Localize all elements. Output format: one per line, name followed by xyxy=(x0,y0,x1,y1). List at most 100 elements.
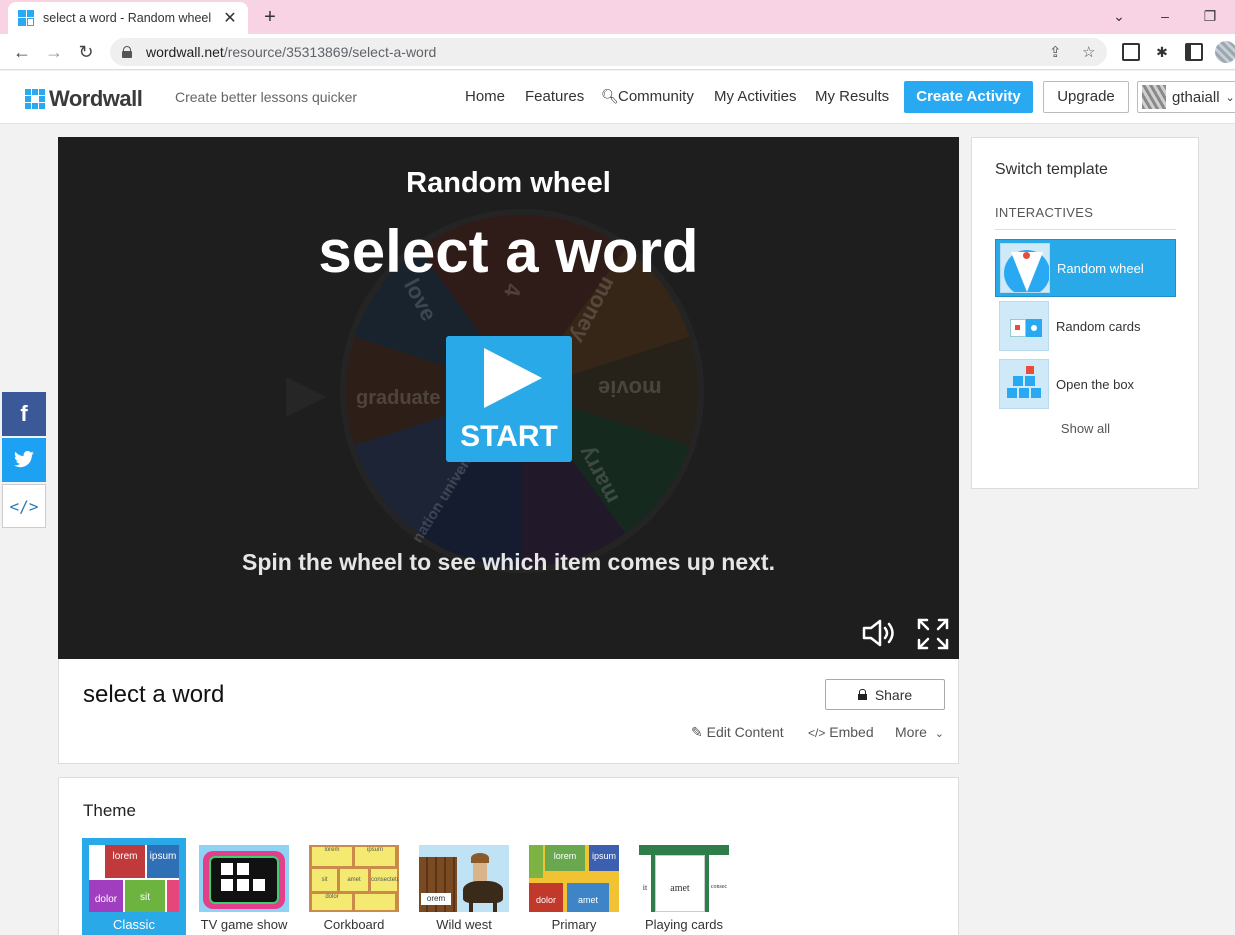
theme-heading: Theme xyxy=(83,801,136,820)
chevron-down-icon: ⌄ xyxy=(1225,91,1235,104)
theme-thumbnail: lorem ipsum dolor amet xyxy=(529,845,619,912)
wheel-segment-label: graduate xyxy=(356,387,441,409)
upgrade-button[interactable]: Upgrade xyxy=(1043,81,1129,113)
activity-title: select a word xyxy=(83,681,225,708)
thumb-word: lorem xyxy=(312,847,352,866)
nav-community[interactable]: Community xyxy=(618,88,694,105)
thumb-word: sit xyxy=(312,869,337,891)
theme-primary[interactable]: lorem ipsum dolor amet Primary xyxy=(522,838,626,935)
theme-card: Theme lorem ipsum dolor sit Classic TV g… xyxy=(58,777,959,935)
facebook-share-button[interactable]: f xyxy=(2,392,46,436)
minimize-icon[interactable]: – xyxy=(1149,4,1181,28)
twitter-bird-icon xyxy=(14,451,34,468)
theme-classic[interactable]: lorem ipsum dolor sit Classic xyxy=(82,838,186,935)
nav-my-results[interactable]: My Results xyxy=(815,88,889,105)
thumb-word: amet xyxy=(655,855,705,912)
site-header: Wordwall Create better lessons quicker H… xyxy=(0,71,1235,124)
interactives-heading: INTERACTIVES xyxy=(995,205,1094,220)
theme-tv-game-show[interactable]: TV game show xyxy=(192,838,296,935)
sound-icon[interactable] xyxy=(861,618,897,648)
game-instructions: Spin the wheel to see which item comes u… xyxy=(242,549,775,575)
switch-template-heading: Switch template xyxy=(995,161,1108,178)
theme-wild-west[interactable]: orem Wild west xyxy=(412,838,516,935)
avatar xyxy=(1142,85,1166,109)
template-random-wheel[interactable]: Random wheel xyxy=(995,239,1176,297)
thumb-word: ipsum xyxy=(589,845,619,871)
browser-tab[interactable]: select a word - Random wheel ✕ xyxy=(8,2,248,34)
nav-home[interactable]: Home xyxy=(465,88,505,105)
lock-icon xyxy=(857,689,867,700)
share-button[interactable]: Share xyxy=(825,679,945,710)
browser-profile-avatar[interactable] xyxy=(1215,41,1235,63)
thumb-word: lorem xyxy=(105,845,145,878)
thumb-word: sit xyxy=(125,880,165,912)
restore-icon[interactable]: ❐ xyxy=(1194,4,1226,28)
switch-template-panel: Switch template INTERACTIVES Random whee… xyxy=(971,137,1199,489)
theme-label: Wild west xyxy=(436,917,492,932)
wordwall-logo[interactable]: Wordwall xyxy=(25,86,143,112)
wordwall-favicon-icon xyxy=(18,10,34,26)
tab-search-icon[interactable]: ⌄ xyxy=(1103,4,1135,28)
divider xyxy=(995,229,1176,230)
edit-content-link[interactable]: ✎ Edit Content xyxy=(691,724,784,741)
theme-corkboard[interactable]: lorem ipsum sit amet consectetur dolor C… xyxy=(302,838,406,935)
thumb-word: dolor xyxy=(312,894,352,910)
tab-title: select a word - Random wheel xyxy=(43,11,212,25)
nav-features[interactable]: Features xyxy=(525,88,584,105)
fullscreen-icon[interactable] xyxy=(916,617,950,651)
browser-tab-strip: select a word - Random wheel ✕ + ⌄ – ❐ xyxy=(0,0,1235,34)
show-all-link[interactable]: Show all xyxy=(995,421,1176,436)
tagline: Create better lessons quicker xyxy=(175,89,358,105)
wheel-pointer-icon xyxy=(286,377,326,417)
template-open-the-box[interactable]: Open the box xyxy=(995,355,1176,413)
thumb-word: it xyxy=(639,855,651,912)
thumb-word: dolor xyxy=(89,880,123,912)
twitter-share-button[interactable] xyxy=(2,438,46,482)
thumb-word: lorem xyxy=(545,845,585,871)
new-tab-icon[interactable]: + xyxy=(258,5,282,29)
embed-code-button[interactable]: </> xyxy=(2,484,46,528)
open-the-box-icon xyxy=(999,359,1049,409)
start-label: START xyxy=(460,420,558,453)
username: gthaiall xyxy=(1172,88,1220,106)
address-bar[interactable]: wordwall.net/resource/35313869/select-a-… xyxy=(110,38,1107,66)
theme-label: Playing cards xyxy=(644,917,724,932)
extension-icon[interactable] xyxy=(1122,43,1140,61)
template-label: Random cards xyxy=(1056,318,1141,334)
more-label: More xyxy=(895,724,927,740)
puzzle-extensions-icon[interactable]: ✱ xyxy=(1153,43,1171,61)
more-menu[interactable]: More ⌄ xyxy=(895,724,944,740)
game-player[interactable]: love 4 money movie marry nation universi… xyxy=(58,137,959,659)
random-cards-icon xyxy=(999,301,1049,351)
side-panel-icon[interactable] xyxy=(1185,43,1203,61)
theme-label: Corkboard xyxy=(323,917,385,932)
theme-thumbnail xyxy=(199,845,289,912)
template-label: Random wheel xyxy=(1057,260,1144,276)
code-icon: </> xyxy=(808,726,826,740)
wordwall-logo-icon xyxy=(25,89,45,109)
play-icon xyxy=(484,348,542,408)
search-icon: 🔍︎ xyxy=(601,88,619,104)
theme-playing-cards[interactable]: it amet consec Playing cards xyxy=(632,838,736,935)
start-button[interactable]: START xyxy=(446,336,572,462)
template-random-cards[interactable]: Random cards xyxy=(995,297,1176,355)
close-tab-icon[interactable]: ✕ xyxy=(222,8,238,28)
browser-toolbar: ← → ↻ wordwall.net/resource/35313869/sel… xyxy=(0,34,1235,70)
create-activity-button[interactable]: Create Activity xyxy=(904,81,1033,113)
share-page-icon[interactable]: ⇪ xyxy=(1049,43,1062,61)
user-menu[interactable]: gthaiall ⌄ xyxy=(1137,81,1235,113)
random-wheel-icon xyxy=(1000,243,1050,293)
wheel-segment-label: movie xyxy=(598,376,662,401)
back-icon[interactable]: ← xyxy=(10,40,34,64)
lock-icon xyxy=(122,46,132,58)
template-name: Random wheel xyxy=(406,167,611,199)
pencil-icon: ✎ xyxy=(691,724,703,740)
nav-my-activities[interactable]: My Activities xyxy=(714,88,797,105)
thumb-word: amet xyxy=(567,883,609,912)
forward-icon[interactable]: → xyxy=(42,40,66,64)
reload-icon[interactable]: ↻ xyxy=(74,40,98,64)
embed-link[interactable]: </> Embed xyxy=(808,724,874,740)
bookmark-star-icon[interactable]: ☆ xyxy=(1082,43,1095,61)
thumb-word: ipsum xyxy=(147,845,179,878)
thumb-word: consectetur xyxy=(371,869,399,891)
